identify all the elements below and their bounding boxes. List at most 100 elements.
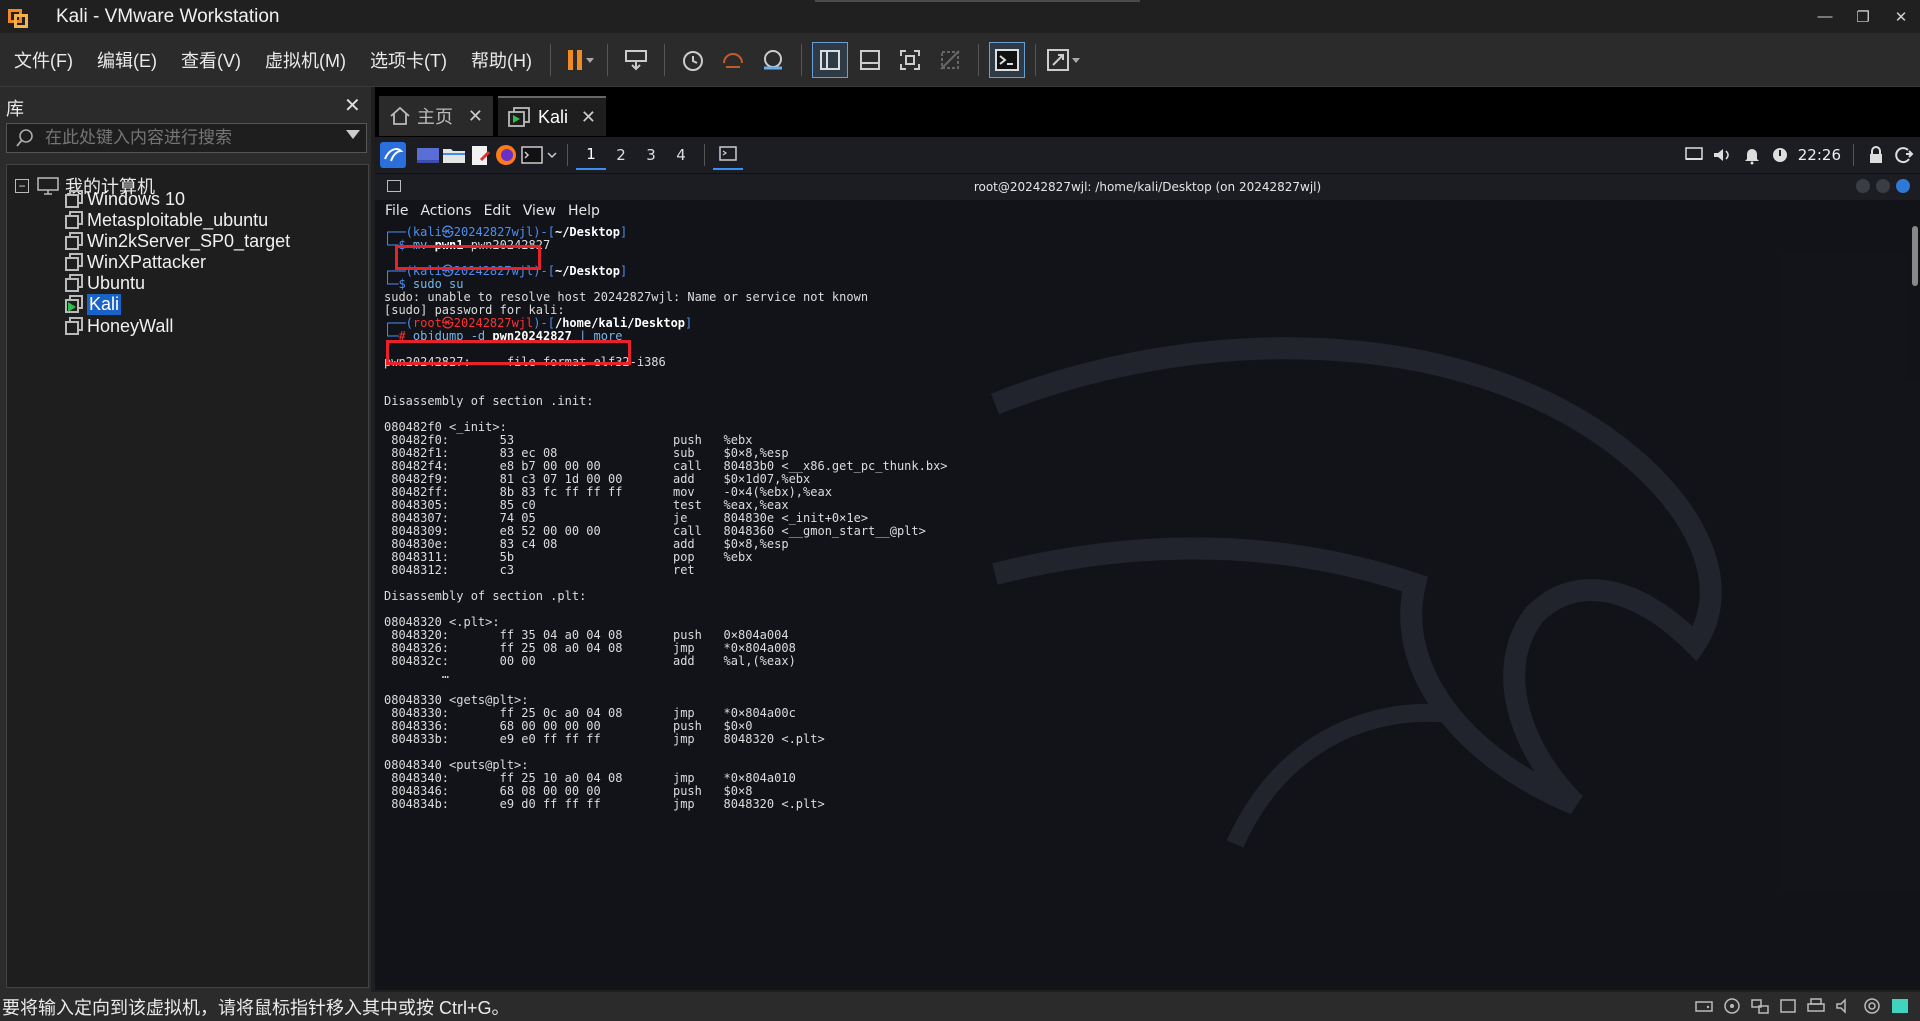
tab-kali-close-icon[interactable]: ✕ [581, 107, 596, 128]
close-icon[interactable]: ✕ [1882, 0, 1920, 33]
full-screen-button[interactable] [892, 42, 928, 78]
window-button-terminal[interactable] [713, 140, 743, 170]
tab-kali[interactable]: Kali ✕ [498, 96, 606, 136]
menu-view[interactable]: 查看(V) [171, 47, 251, 73]
power-manager-icon[interactable] [1770, 145, 1790, 165]
network-adapter-icon[interactable] [1750, 996, 1770, 1016]
toolbar-separator [1034, 43, 1036, 76]
workspace-3[interactable]: 3 [636, 140, 666, 170]
firefox-icon[interactable] [493, 143, 519, 167]
thumbnail-bar-button[interactable] [852, 42, 888, 78]
unity-button[interactable] [932, 42, 968, 78]
revert-snapshot-icon [722, 52, 743, 68]
terminal-scrollbar[interactable] [1910, 226, 1918, 986]
show-library-button[interactable] [811, 41, 848, 78]
menu-vm[interactable]: 虚拟机(M) [255, 47, 356, 73]
terminal-text: ] [685, 316, 693, 330]
terminal-menu-file[interactable]: File [385, 203, 408, 219]
terminal-text: 8048320: ff 35 04 a0 04 08 push 0×804a00… [384, 628, 789, 642]
terminal-text: 8048312: c3 ret [384, 563, 695, 577]
title-accent [815, 0, 1140, 2]
stretch-icon [1046, 48, 1080, 71]
vm-item[interactable]: HoneyWall [65, 314, 173, 338]
collapse-icon[interactable]: − [15, 179, 29, 193]
terminal-menu-actions[interactable]: Actions [420, 203, 471, 219]
notification-bell-icon[interactable] [1742, 145, 1762, 165]
terminal-minimize-icon[interactable] [1856, 179, 1870, 193]
tab-home-close-icon[interactable]: ✕ [468, 106, 483, 127]
library-title: 库 [6, 99, 24, 119]
library-search-box[interactable] [6, 123, 367, 153]
menu-tabs[interactable]: 选项卡(T) [360, 47, 457, 73]
cd-dvd-icon[interactable] [1722, 996, 1742, 1016]
send-ctrl-alt-del-button[interactable] [618, 42, 654, 78]
hard-disk-icon[interactable] [1694, 996, 1714, 1016]
search-dropdown-icon[interactable] [346, 130, 360, 139]
guest-clock[interactable]: 22:26 [1798, 146, 1841, 164]
file-manager-icon[interactable] [441, 143, 467, 167]
logout-icon[interactable] [1894, 145, 1914, 165]
unity-disabled-icon [940, 49, 960, 70]
terminal-window[interactable]: root@20242827wjl: /home/kali/Desktop (on… [375, 174, 1920, 990]
running-vm-icon [65, 295, 83, 313]
library-search-input[interactable] [45, 128, 335, 148]
workspace-4[interactable]: 4 [666, 140, 696, 170]
library-close-icon[interactable]: ✕ [344, 93, 361, 118]
vm-icon [65, 274, 83, 292]
text-editor-icon[interactable] [467, 143, 493, 167]
vm-item-label: Ubuntu [87, 272, 146, 293]
workspace-2[interactable]: 2 [606, 140, 636, 170]
terminal-line: 804833b: e9 e0 ff ff ff jmp 8048320 <.pl… [384, 733, 1894, 746]
lock-icon[interactable] [1866, 145, 1886, 165]
status-bar: 要将输入定向到该虚拟机，请将鼠标指针移入其中或按 Ctrl+G。 [0, 992, 1920, 1021]
vm-item-label: HoneyWall [87, 315, 174, 336]
display-icon[interactable] [1684, 145, 1704, 165]
terminal-close-icon[interactable] [1896, 179, 1910, 193]
menu-edit[interactable]: 编辑(E) [87, 47, 167, 73]
terminal-launcher-icon[interactable] [519, 143, 545, 167]
sound-card-icon[interactable] [1834, 996, 1854, 1016]
printer-icon[interactable] [1806, 996, 1826, 1016]
terminal-window-icon [719, 146, 737, 161]
pause-button[interactable] [561, 42, 597, 78]
snapshot-button[interactable] [675, 42, 711, 78]
menu-help[interactable]: 帮助(H) [461, 47, 542, 73]
terminal-scrollbar-thumb[interactable] [1912, 226, 1918, 286]
terminal-line: 804834b: e9 d0 ff ff ff jmp 8048320 <.pl… [384, 798, 1894, 811]
search-icon [16, 129, 33, 147]
terminal-text: 80482f9: 81 c3 07 1d 00 00 add $0×1d07,%… [384, 472, 811, 486]
terminal-text: 8048309: e8 52 00 00 00 call 8048360 <__… [384, 524, 926, 538]
usb-device-icon[interactable] [1778, 996, 1798, 1016]
minimize-icon[interactable]: — [1806, 0, 1844, 33]
snapshot-manager-button[interactable] [755, 42, 791, 78]
desktop-icon[interactable] [415, 143, 441, 167]
vm-item[interactable]: Kali [65, 292, 122, 316]
terminal-title-icon [387, 180, 401, 192]
guest-screen[interactable]: 1 2 3 4 22:26 root@20242827wjl: /home/ka… [375, 137, 1920, 990]
terminal-maximize-icon[interactable] [1876, 179, 1890, 193]
terminal-text: ~/Desktop [554, 225, 620, 239]
panel-separator [704, 144, 705, 166]
workspace-1[interactable]: 1 [576, 140, 606, 170]
kali-menu-icon[interactable] [379, 141, 407, 169]
highlight-box-objdump-command [386, 340, 631, 365]
stretch-view-button[interactable] [1046, 42, 1082, 78]
display-settings-icon[interactable] [1862, 996, 1882, 1016]
menu-file[interactable]: 文件(F) [4, 47, 83, 73]
volume-icon[interactable] [1712, 145, 1734, 165]
terminal-window-controls [1856, 179, 1910, 193]
terminal-menu-help[interactable]: Help [568, 203, 600, 219]
device-status-icons [1694, 996, 1910, 1016]
tab-home[interactable]: 主页 ✕ [379, 96, 493, 136]
terminal-menu-edit[interactable]: Edit [484, 203, 511, 219]
message-log-icon[interactable] [1890, 996, 1910, 1016]
vmware-window: Kali - VMware Workstation — ❐ ✕ 文件(F) 编辑… [0, 0, 1920, 1021]
revert-snapshot-button[interactable] [715, 42, 751, 78]
restore-icon[interactable]: ❐ [1844, 0, 1882, 33]
terminal-text: Disassembly of section .init: [384, 394, 594, 408]
console-view-button[interactable] [988, 41, 1025, 78]
chevron-down-icon[interactable] [545, 143, 559, 167]
terminal-menu-view[interactable]: View [523, 203, 556, 219]
terminal-text: └─ [384, 277, 399, 291]
